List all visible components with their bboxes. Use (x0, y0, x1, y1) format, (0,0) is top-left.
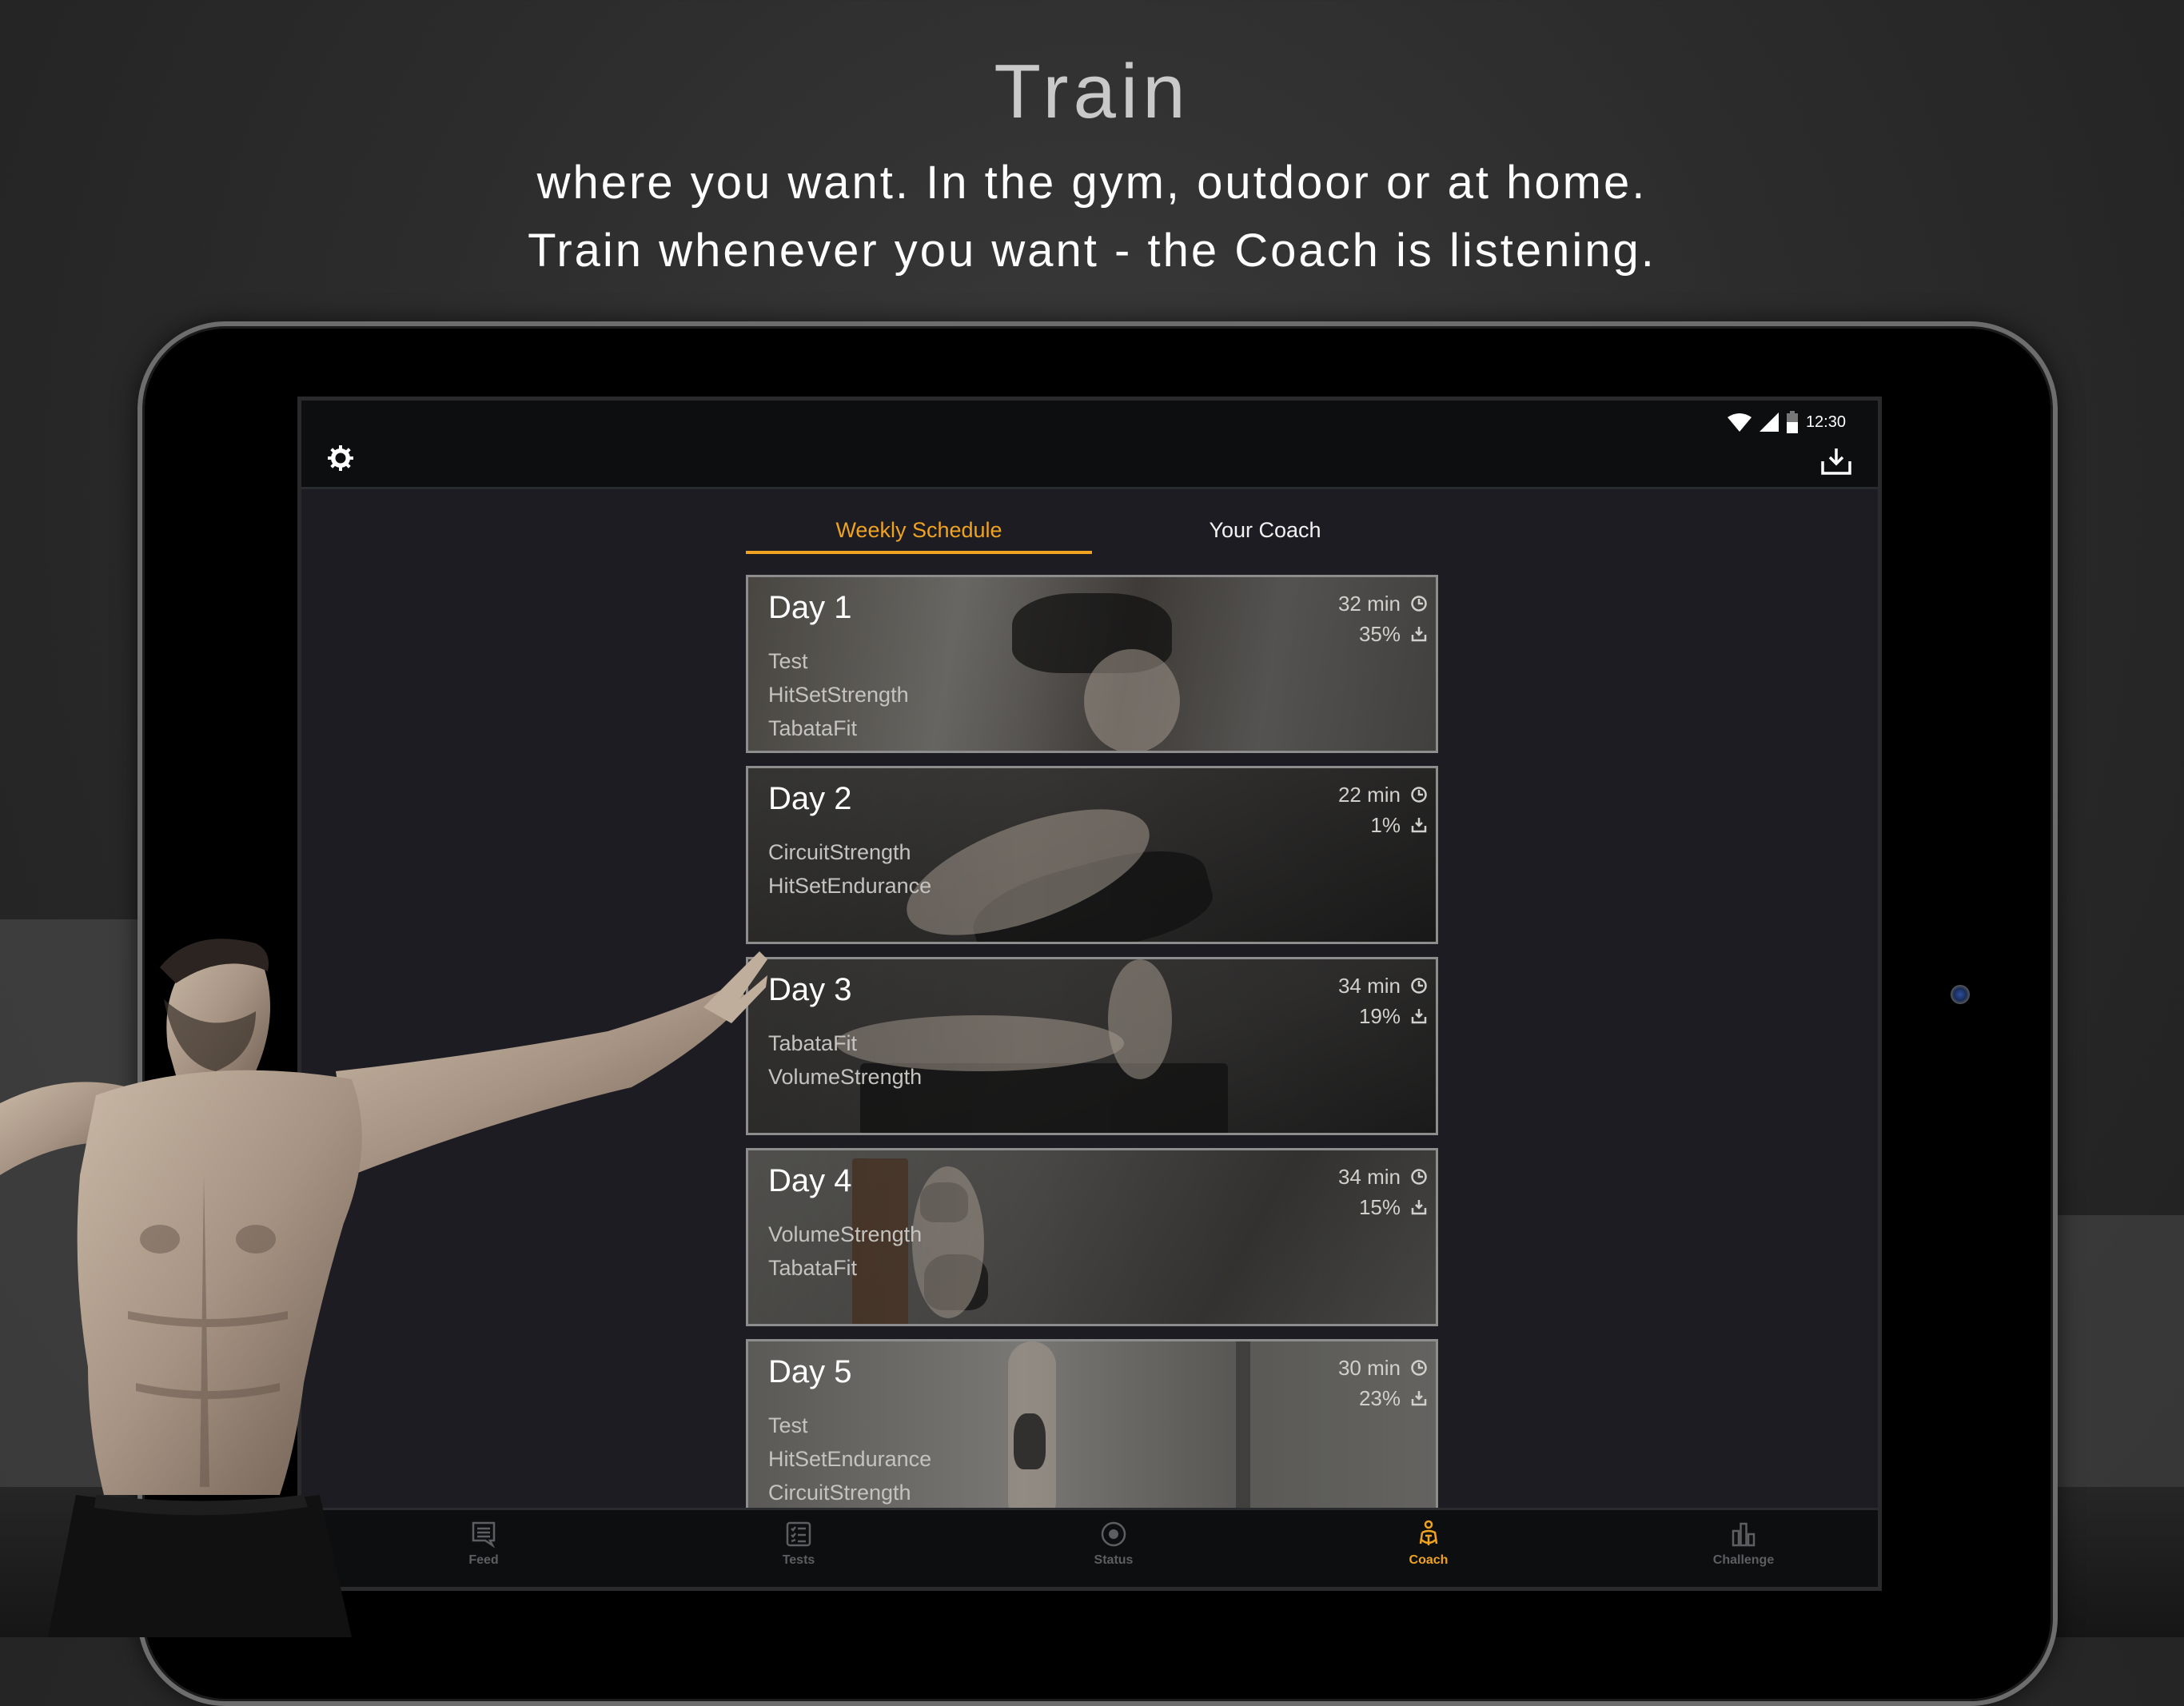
app-screen: 12:30 Weekly Schedule Your Coach Day 1 T… (297, 397, 1882, 1591)
promo-headline: Train (994, 49, 1190, 134)
nav-feed[interactable]: Feed (404, 1520, 564, 1568)
top-app-bar: 12:30 (301, 401, 1878, 489)
workout-item: TabataFit (768, 1031, 858, 1055)
clock-icon (1411, 787, 1427, 803)
status-bar: 12:30 (1727, 410, 1846, 434)
gear-icon[interactable] (327, 444, 354, 472)
day-title: Day 2 (768, 781, 852, 816)
clock-icon (1411, 978, 1427, 994)
coach-icon (1419, 1520, 1438, 1545)
day-title: Day 3 (768, 972, 852, 1007)
schedule-card-day-5[interactable]: Day 5 Test HitSetEndurance CircuitStreng… (746, 1339, 1438, 1517)
workout-list: VolumeStrength TabataFit (768, 1218, 922, 1285)
download-progress: 1% (1370, 812, 1401, 837)
workout-item: HitSetEndurance (768, 874, 932, 898)
nav-tests[interactable]: Tests (719, 1520, 879, 1568)
workout-item: Test (768, 1413, 808, 1437)
nav-coach-label: Coach (1409, 1553, 1449, 1567)
download-icon (1411, 1391, 1427, 1406)
day-title: Day 4 (768, 1163, 852, 1198)
nav-feed-label: Feed (468, 1553, 499, 1567)
status-time: 12:30 (1805, 413, 1846, 431)
card-meta: 22 min 1% (1338, 779, 1428, 840)
clock-icon (1411, 1360, 1427, 1376)
wifi-icon (1727, 413, 1752, 432)
nav-challenge[interactable]: Challenge (1664, 1520, 1823, 1568)
bottom-navigation: Feed Tests Status Coach Challenge (301, 1508, 1878, 1587)
clock-icon (1411, 1169, 1427, 1185)
duration: 34 min (1337, 1164, 1401, 1189)
promo-line-1: where you want. In the gym, outdoor or a… (536, 157, 1648, 209)
nav-coach[interactable]: Coach (1349, 1520, 1508, 1568)
tab-your-coach[interactable]: Your Coach (1092, 512, 1438, 548)
duration: 30 min (1337, 1355, 1401, 1380)
nav-challenge-label: Challenge (1712, 1553, 1775, 1567)
download-progress: 23% (1358, 1385, 1401, 1410)
card-meta: 34 min 15% (1338, 1162, 1428, 1222)
workout-item: TabataFit (768, 716, 858, 740)
workout-list: Test HitSetEndurance CircuitStrength (768, 1409, 931, 1509)
cellular-signal-icon (1759, 413, 1779, 432)
day-title: Day 5 (768, 1354, 852, 1389)
download-progress: 19% (1358, 1003, 1401, 1028)
schedule-card-day-1[interactable]: Day 1 Test HitSetStrength TabataFit 32 m… (746, 575, 1438, 753)
day-title: Day 1 (768, 590, 852, 625)
background-wall-left (0, 919, 144, 1487)
schedule-card-day-4[interactable]: Day 4 VolumeStrength TabataFit 34 min 15… (746, 1148, 1438, 1326)
download-progress: 35% (1358, 621, 1401, 646)
workout-list: Test HitSetStrength TabataFit (768, 644, 909, 745)
promo-line-2: Train whenever you want - the Coach is l… (528, 225, 1656, 277)
feed-icon (472, 1521, 496, 1549)
card-meta: 32 min 35% (1338, 588, 1428, 649)
download-progress: 15% (1358, 1194, 1401, 1219)
nav-status[interactable]: Status (1034, 1520, 1194, 1568)
download-icon[interactable] (1820, 447, 1852, 476)
battery-icon (1786, 411, 1798, 433)
tab-bar: Weekly Schedule Your Coach (746, 512, 1438, 554)
workout-item: HitSetEndurance (768, 1447, 932, 1471)
bar-chart-icon (1732, 1522, 1756, 1547)
active-tab-indicator (746, 551, 1092, 554)
workout-item: HitSetStrength (768, 683, 909, 707)
tablet-camera (1951, 985, 1970, 1004)
clock-icon (1411, 596, 1427, 612)
nav-tests-label: Tests (782, 1553, 815, 1567)
workout-list: TabataFit VolumeStrength (768, 1026, 922, 1094)
download-icon (1411, 1200, 1427, 1215)
workout-item: Test (768, 649, 808, 673)
download-icon (1411, 818, 1427, 833)
status-icon (1101, 1521, 1126, 1547)
workout-item: VolumeStrength (768, 1222, 923, 1246)
workout-list: CircuitStrength HitSetEndurance (768, 835, 931, 903)
schedule-card-day-2[interactable]: Day 2 CircuitStrength HitSetEndurance 22… (746, 766, 1438, 944)
duration: 22 min (1337, 782, 1401, 807)
duration: 32 min (1337, 591, 1401, 616)
checklist-icon (786, 1521, 811, 1547)
card-meta: 34 min 19% (1338, 971, 1428, 1031)
workout-item: CircuitStrength (768, 1481, 911, 1505)
workout-item: VolumeStrength (768, 1065, 923, 1089)
workout-item: CircuitStrength (768, 840, 911, 864)
download-icon (1411, 1009, 1427, 1024)
download-icon (1411, 627, 1427, 642)
tab-weekly-schedule[interactable]: Weekly Schedule (746, 512, 1092, 548)
duration: 34 min (1337, 973, 1401, 998)
schedule-card-day-3[interactable]: Day 3 TabataFit VolumeStrength 34 min 19… (746, 957, 1438, 1135)
card-meta: 30 min 23% (1338, 1353, 1428, 1413)
nav-status-label: Status (1094, 1553, 1134, 1567)
schedule-list: Day 1 Test HitSetStrength TabataFit 32 m… (746, 575, 1438, 1530)
workout-item: TabataFit (768, 1256, 858, 1280)
background-wall-right (2047, 1215, 2184, 1487)
